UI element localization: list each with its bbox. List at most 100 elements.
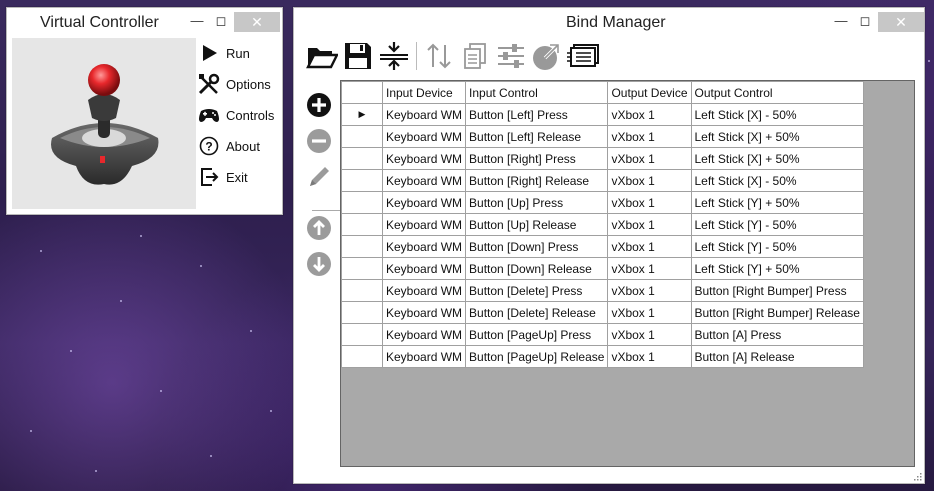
table-row[interactable]: Keyboard WM Button [PageUp] Release vXbox … — [341, 345, 864, 368]
table-cell[interactable]: Left Stick [Y] + 50% — [690, 191, 864, 214]
table-cell[interactable]: vXbox 1 — [607, 279, 692, 302]
row-selector[interactable] — [341, 279, 383, 302]
row-selector[interactable] — [341, 147, 383, 170]
run-button[interactable]: Run — [196, 40, 278, 66]
table-cell[interactable]: Button [PageUp] Release — [465, 345, 609, 368]
table-row[interactable]: Keyboard WM Button [Right] Press vXbox 1 Le… — [341, 147, 864, 170]
table-cell[interactable]: Keyboard WM — [381, 169, 467, 192]
table-cell[interactable]: Button [Delete] Release — [465, 301, 609, 324]
row-selector[interactable] — [341, 235, 383, 258]
table-row[interactable]: Keyboard WM Button [Delete] Release vXbox … — [341, 301, 864, 324]
controls-button[interactable]: Controls — [196, 102, 278, 128]
collapse-icon[interactable] — [376, 39, 412, 73]
table-row[interactable]: Keyboard WM Button [Left] Release vXbox 1L… — [341, 125, 864, 148]
table-cell[interactable]: vXbox 1 — [607, 191, 692, 214]
table-cell[interactable]: Left Stick [X] - 50% — [690, 103, 864, 126]
table-cell[interactable]: vXbox 1 — [607, 257, 692, 280]
table-cell[interactable]: Left Stick [Y] + 50% — [690, 257, 864, 280]
column-header[interactable]: Output Device — [607, 81, 692, 104]
table-cell[interactable]: Left Stick [X] - 50% — [690, 169, 864, 192]
minimize-icon[interactable]: — — [187, 14, 207, 28]
table-cell[interactable]: Left Stick [X] + 50% — [690, 147, 864, 170]
table-cell[interactable]: Keyboard WM — [381, 103, 467, 126]
maximize-icon[interactable]: ◻ — [855, 14, 875, 28]
bindings-grid[interactable]: Input Device Input Control Output Device… — [340, 80, 915, 467]
table-cell[interactable]: Button [Left] Release — [465, 125, 609, 148]
minimize-icon[interactable]: — — [831, 14, 851, 28]
table-cell[interactable]: Left Stick [Y] - 50% — [690, 235, 864, 258]
table-cell[interactable]: Keyboard WM — [381, 323, 467, 346]
list-icon[interactable] — [565, 39, 601, 73]
sort-icon[interactable] — [421, 39, 457, 73]
export-icon[interactable] — [529, 39, 565, 73]
row-selector[interactable] — [341, 191, 383, 214]
remove-icon[interactable] — [304, 126, 334, 156]
row-selector[interactable] — [341, 169, 383, 192]
table-cell[interactable]: Keyboard WM — [381, 191, 467, 214]
close-button[interactable]: ✕ — [234, 12, 280, 32]
vc-titlebar[interactable]: Virtual Controller — ◻ ✕ — [7, 8, 282, 38]
table-cell[interactable]: Keyboard WM — [381, 279, 467, 302]
table-cell[interactable]: Button [A] Press — [690, 323, 864, 346]
sliders-icon[interactable] — [493, 39, 529, 73]
open-folder-icon[interactable] — [304, 39, 340, 73]
table-cell[interactable]: Keyboard WM — [381, 213, 467, 236]
table-cell[interactable]: Keyboard WM — [381, 345, 467, 368]
column-header[interactable]: Input Control — [465, 81, 609, 104]
table-cell[interactable]: Button [Down] Press — [465, 235, 609, 258]
move-down-icon[interactable] — [304, 249, 334, 279]
exit-button[interactable]: Exit — [196, 164, 278, 190]
table-cell[interactable]: Left Stick [Y] - 50% — [690, 213, 864, 236]
table-row[interactable]: Keyboard WM Button [Up] Press vXbox 1 Left … — [341, 191, 864, 214]
row-selector[interactable] — [341, 213, 383, 236]
table-row[interactable]: Keyboard WM Button [Delete] Press vXbox 1B… — [341, 279, 864, 302]
table-cell[interactable]: Keyboard WM — [381, 147, 467, 170]
row-selector[interactable] — [341, 257, 383, 280]
table-cell[interactable]: Button [Right Bumper] Press — [690, 279, 864, 302]
table-cell[interactable]: Button [Right] Release — [465, 169, 609, 192]
table-cell[interactable]: Button [A] Release — [690, 345, 864, 368]
table-cell[interactable]: vXbox 1 — [607, 125, 692, 148]
move-up-icon[interactable] — [304, 213, 334, 243]
table-cell[interactable]: vXbox 1 — [607, 235, 692, 258]
table-cell[interactable]: vXbox 1 — [607, 213, 692, 236]
row-selector-arrow-icon[interactable]: ▶ — [341, 103, 383, 126]
copy-icon[interactable] — [457, 39, 493, 73]
column-header[interactable]: Output Control — [690, 81, 864, 104]
table-row[interactable]: Keyboard WM Button [Up] Release vXbox 1 Lef… — [341, 213, 864, 236]
table-cell[interactable]: Button [Up] Press — [465, 191, 609, 214]
resize-grip-icon[interactable] — [912, 471, 922, 481]
table-row[interactable]: Keyboard WM Button [PageUp] Press vXbox 1B… — [341, 323, 864, 346]
table-cell[interactable]: Keyboard WM — [381, 125, 467, 148]
table-cell[interactable]: Left Stick [X] + 50% — [690, 125, 864, 148]
options-button[interactable]: Options — [196, 71, 278, 97]
close-button[interactable]: ✕ — [878, 12, 924, 32]
table-row[interactable]: Keyboard WM Button [Right] Release vXbox 1… — [341, 169, 864, 192]
table-cell[interactable]: Keyboard WM — [381, 257, 467, 280]
about-button[interactable]: ? About — [196, 133, 278, 159]
table-cell[interactable]: Button [Up] Release — [465, 213, 609, 236]
table-row[interactable]: Keyboard WM Button [Down] Release vXbox 1L… — [341, 257, 864, 280]
column-header[interactable]: Input Device — [381, 81, 467, 104]
table-cell[interactable]: Button [Left] Press — [465, 103, 609, 126]
row-selector[interactable] — [341, 125, 383, 148]
table-cell[interactable]: Button [Right Bumper] Release — [690, 301, 864, 324]
table-cell[interactable]: Button [PageUp] Press — [465, 323, 609, 346]
save-icon[interactable] — [340, 39, 376, 73]
edit-icon[interactable] — [304, 162, 334, 192]
table-cell[interactable]: vXbox 1 — [607, 147, 692, 170]
add-icon[interactable] — [304, 90, 334, 120]
table-cell[interactable]: vXbox 1 — [607, 169, 692, 192]
table-row[interactable]: ▶ Keyboard WM Button [Left] Press vXbox 1 Le… — [341, 103, 864, 126]
table-cell[interactable]: Keyboard WM — [381, 235, 467, 258]
table-cell[interactable]: Button [Delete] Press — [465, 279, 609, 302]
table-cell[interactable]: vXbox 1 — [607, 103, 692, 126]
maximize-icon[interactable]: ◻ — [211, 14, 231, 28]
bm-titlebar[interactable]: Bind Manager — ◻ ✕ — [294, 8, 924, 38]
row-selector[interactable] — [341, 301, 383, 324]
table-cell[interactable]: Keyboard WM — [381, 301, 467, 324]
table-cell[interactable]: Button [Down] Release — [465, 257, 609, 280]
table-cell[interactable]: vXbox 1 — [607, 345, 692, 368]
row-selector[interactable] — [341, 323, 383, 346]
table-cell[interactable]: vXbox 1 — [607, 301, 692, 324]
